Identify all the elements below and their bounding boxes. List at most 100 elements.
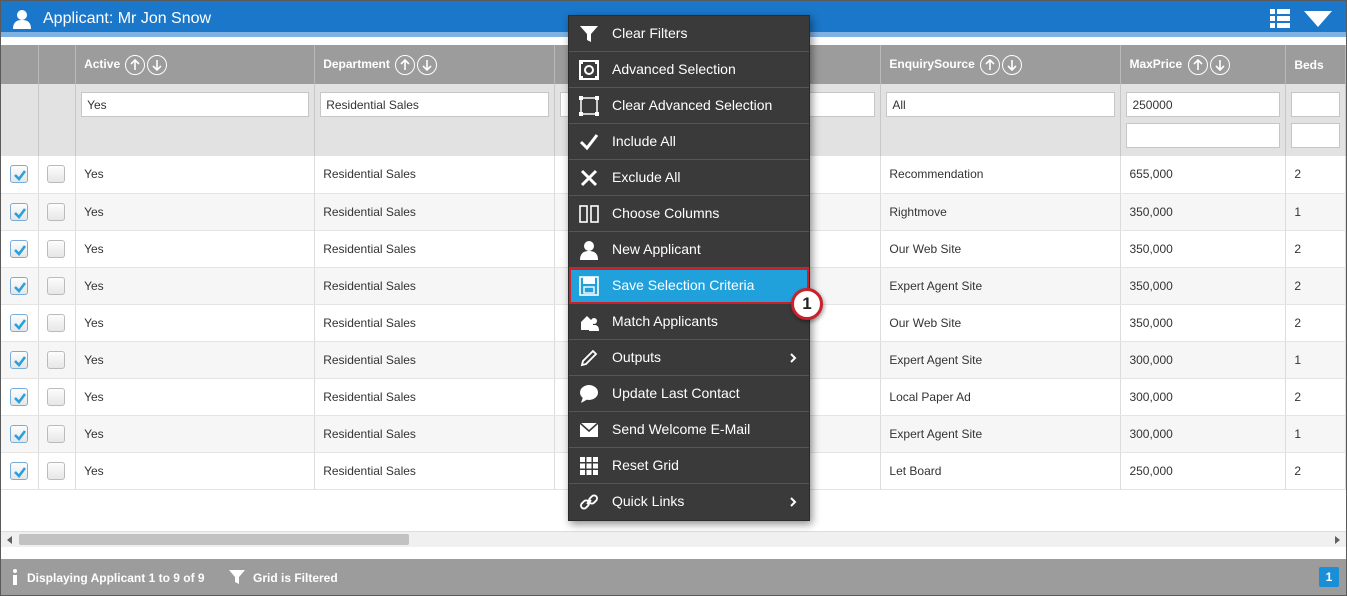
row-checkbox-cell[interactable] <box>38 156 77 194</box>
row-select-checkbox[interactable] <box>10 313 28 332</box>
menu-item-send-welcome-e-mail[interactable]: Send Welcome E-Mail <box>569 412 809 448</box>
menu-item-clear-advanced-selection[interactable]: Clear Advanced Selection <box>569 88 809 124</box>
row-checkbox[interactable] <box>47 461 66 480</box>
grid-icon <box>580 457 598 475</box>
filter-max-price-min-input[interactable] <box>1126 92 1281 117</box>
menu-item-clear-filters[interactable]: Clear Filters <box>569 16 809 52</box>
filter-enquiry-source-input[interactable] <box>886 92 1116 117</box>
row-select-checkbox[interactable] <box>10 165 28 184</box>
sort-desc-icon[interactable] <box>147 54 168 75</box>
cell-beds: 1 <box>1285 415 1346 453</box>
menu-item-include-all[interactable]: Include All <box>569 124 809 160</box>
menu-item-label: Outputs <box>612 349 662 365</box>
row-checkbox-cell[interactable] <box>38 341 77 379</box>
header-active[interactable]: Active <box>75 45 316 84</box>
row-checkbox[interactable] <box>47 165 66 184</box>
cell-active: Yes <box>75 304 316 342</box>
row-select-cell[interactable] <box>1 267 40 305</box>
cell-max-price: 350,000 <box>1120 230 1287 268</box>
cell-active: Yes <box>75 378 316 416</box>
row-select-checkbox[interactable] <box>10 239 28 258</box>
cell-max-price: 350,000 <box>1120 193 1287 231</box>
menu-item-quick-links[interactable]: Quick Links <box>569 484 809 520</box>
cell-department: Residential Sales <box>314 267 555 305</box>
header-enquiry-source[interactable]: EnquirySource <box>880 45 1122 84</box>
cell-enquiry-source: Recommendation <box>880 156 1122 194</box>
row-select-checkbox[interactable] <box>10 350 28 369</box>
menu-item-label: Exclude All <box>612 169 681 185</box>
header-max-price[interactable]: MaxPrice <box>1120 45 1287 84</box>
sort-desc-icon[interactable] <box>1209 54 1230 75</box>
sort-asc-icon[interactable] <box>1187 54 1208 75</box>
filter-beds-max-input[interactable] <box>1291 123 1340 148</box>
row-select-cell[interactable] <box>1 230 40 268</box>
row-checkbox-cell[interactable] <box>38 230 77 268</box>
menu-item-advanced-selection[interactable]: Advanced Selection <box>569 52 809 88</box>
row-select-checkbox[interactable] <box>10 461 28 480</box>
row-select-checkbox[interactable] <box>10 387 28 406</box>
menu-item-outputs[interactable]: Outputs <box>569 340 809 376</box>
row-select-checkbox[interactable] <box>10 276 28 295</box>
row-select-checkbox[interactable] <box>10 202 28 221</box>
row-checkbox-cell[interactable] <box>38 304 77 342</box>
filter-cell-max-price <box>1120 84 1287 156</box>
row-checkbox[interactable] <box>47 350 66 369</box>
filter-beds-min-input[interactable] <box>1291 92 1340 117</box>
row-checkbox[interactable] <box>47 239 66 258</box>
menu-item-match-applicants[interactable]: Match Applicants <box>569 304 809 340</box>
filter-department-input[interactable] <box>320 92 549 117</box>
row-select-cell[interactable] <box>1 304 40 342</box>
page-button[interactable]: 1 <box>1319 567 1339 587</box>
row-checkbox-cell[interactable] <box>38 415 77 453</box>
row-checkbox-cell[interactable] <box>38 267 77 305</box>
row-checkbox[interactable] <box>47 313 66 332</box>
sort-desc-icon[interactable] <box>417 54 438 75</box>
scroll-left-icon[interactable] <box>7 536 12 544</box>
cell-active: Yes <box>75 452 316 490</box>
filter-max-price-max-input[interactable] <box>1126 123 1281 148</box>
row-checkbox[interactable] <box>47 387 66 406</box>
scrollbar-thumb[interactable] <box>19 534 409 545</box>
row-select-cell[interactable] <box>1 193 40 231</box>
user-icon <box>580 241 598 260</box>
row-select-checkbox[interactable] <box>10 424 28 443</box>
row-checkbox[interactable] <box>47 424 66 443</box>
match-icon <box>581 316 599 331</box>
menu-item-new-applicant[interactable]: New Applicant <box>569 232 809 268</box>
row-checkbox[interactable] <box>47 276 66 295</box>
menu-item-label: Clear Advanced Selection <box>612 97 773 113</box>
menu-item-update-last-contact[interactable]: Update Last Contact <box>569 376 809 412</box>
menu-item-reset-grid[interactable]: Reset Grid <box>569 448 809 484</box>
sort-asc-icon[interactable] <box>980 54 1001 75</box>
sort-asc-icon[interactable] <box>125 54 146 75</box>
cell-enquiry-source: Our Web Site <box>880 230 1122 268</box>
cell-department: Residential Sales <box>314 378 555 416</box>
menu-item-exclude-all[interactable]: Exclude All <box>569 160 809 196</box>
list-view-icon[interactable] <box>1270 9 1290 29</box>
cell-beds: 1 <box>1285 341 1346 379</box>
chevron-down-icon[interactable] <box>1304 11 1332 27</box>
row-select-cell[interactable] <box>1 452 40 490</box>
menu-item-choose-columns[interactable]: Choose Columns <box>569 196 809 232</box>
row-checkbox-cell[interactable] <box>38 378 77 416</box>
row-select-cell[interactable] <box>1 378 40 416</box>
cell-department: Residential Sales <box>314 230 555 268</box>
row-select-cell[interactable] <box>1 415 40 453</box>
cell-beds: 2 <box>1285 230 1346 268</box>
filter-active-input[interactable] <box>81 92 310 117</box>
sort-asc-icon[interactable] <box>395 54 416 75</box>
header-department[interactable]: Department <box>314 45 555 84</box>
cell-enquiry-source: Let Board <box>880 452 1122 490</box>
header-beds[interactable]: Beds <box>1285 45 1346 84</box>
cell-max-price: 300,000 <box>1120 378 1287 416</box>
horizontal-scrollbar[interactable] <box>1 531 1346 547</box>
row-select-cell[interactable] <box>1 341 40 379</box>
menu-item-save-selection-criteria[interactable]: Save Selection Criteria <box>569 268 809 304</box>
row-checkbox-cell[interactable] <box>38 452 77 490</box>
row-checkbox-cell[interactable] <box>38 193 77 231</box>
scroll-right-icon[interactable] <box>1335 536 1340 544</box>
row-checkbox[interactable] <box>47 202 66 221</box>
columns-icon <box>579 205 599 223</box>
sort-desc-icon[interactable] <box>1002 54 1023 75</box>
row-select-cell[interactable] <box>1 156 40 194</box>
